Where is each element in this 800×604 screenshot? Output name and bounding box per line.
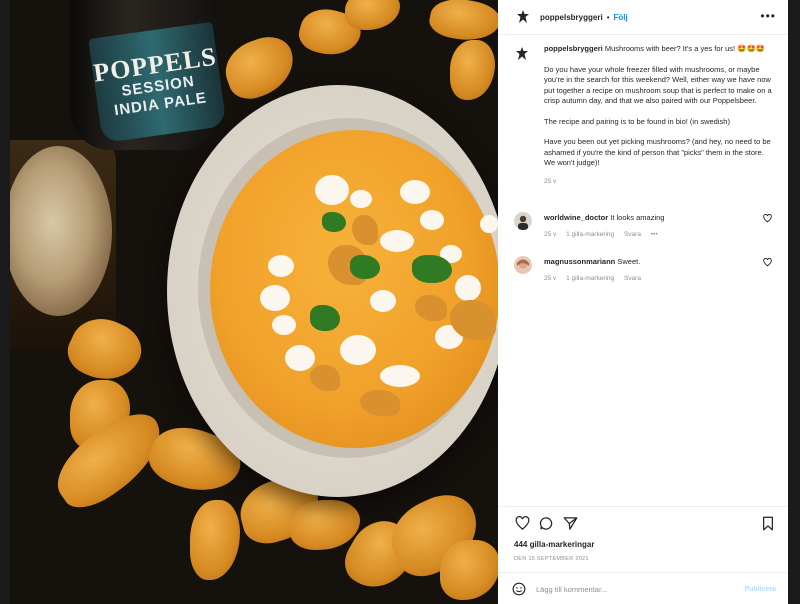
caption-paragraph: Do you have your whole freezer filled wi… bbox=[544, 64, 772, 106]
bookmark-icon[interactable] bbox=[760, 515, 776, 531]
caption-body: poppelsbryggeri Mushrooms with beer? It'… bbox=[544, 44, 776, 187]
comment-meta: 25 v 1 gilla-markering Svara bbox=[544, 275, 776, 282]
herb-leaf bbox=[310, 305, 340, 331]
publish-button[interactable]: Publicera bbox=[744, 586, 776, 593]
post-caption: poppelsbryggeri Mushrooms with beer? It'… bbox=[514, 44, 776, 187]
caption-intro-text: Mushrooms with beer? It's a yes for us! … bbox=[604, 44, 766, 53]
header-username[interactable]: poppelsbryggeri bbox=[540, 13, 603, 22]
cream-drop bbox=[268, 255, 294, 277]
comment-text-line: magnussonmariann Sweet. bbox=[544, 256, 776, 267]
cream-drop bbox=[260, 285, 290, 311]
cream-drop bbox=[285, 345, 315, 371]
post-side-panel: poppelsbryggeri • Följ ••• poppelsbrygge… bbox=[498, 0, 788, 604]
likes-count[interactable]: 444 gilla-markeringar bbox=[514, 540, 594, 549]
cream-drop bbox=[350, 190, 372, 208]
caption-paragraph: Have you been out yet picking mushrooms?… bbox=[544, 137, 771, 167]
chanterelle bbox=[345, 0, 400, 30]
avatar[interactable] bbox=[514, 256, 532, 274]
cream-drop bbox=[380, 230, 414, 252]
cream-drop bbox=[370, 290, 396, 312]
logo-icon[interactable] bbox=[514, 8, 532, 26]
heart-icon[interactable] bbox=[763, 214, 772, 225]
comment-reply-button[interactable]: Svara bbox=[624, 231, 641, 238]
mushroom-piece bbox=[352, 215, 378, 245]
heart-icon[interactable] bbox=[514, 515, 530, 531]
chanterelle bbox=[427, 0, 498, 46]
add-comment-bar: Publicera bbox=[498, 572, 788, 604]
add-comment-input[interactable] bbox=[534, 583, 745, 595]
bottle-label: POPPELS SESSION INDIA PALE bbox=[88, 21, 227, 144]
comment-likes-link[interactable]: 1 gilla-markering bbox=[566, 231, 614, 238]
post-action-bar bbox=[498, 506, 788, 537]
logo-icon[interactable] bbox=[514, 46, 532, 64]
comment: worldwine_doctor It looks amazing 25 v 1… bbox=[514, 212, 776, 238]
caption-time: 25 v bbox=[544, 177, 557, 185]
comment-username[interactable]: magnussonmariann bbox=[544, 257, 615, 266]
comment-likes-link[interactable]: 1 gilla-markering bbox=[566, 275, 614, 282]
herb-leaf bbox=[322, 212, 346, 232]
comment-reply-button[interactable]: Svara bbox=[624, 275, 641, 282]
chanterelle bbox=[290, 500, 360, 550]
cream-drop bbox=[315, 175, 349, 205]
caption-username[interactable]: poppelsbryggeri bbox=[544, 44, 603, 53]
comment: magnussonmariann Sweet. 25 v 1 gilla-mar… bbox=[514, 256, 776, 282]
caption-intro: poppelsbryggeri Mushrooms with beer? It'… bbox=[544, 44, 776, 55]
chanterelle bbox=[190, 500, 240, 580]
herb-leaf bbox=[412, 255, 452, 283]
comment-text: It looks amazing bbox=[610, 213, 665, 222]
comment-more-button[interactable]: ••• bbox=[651, 231, 658, 238]
cream-drop bbox=[272, 315, 296, 335]
cream-drop bbox=[340, 335, 376, 365]
chanterelle bbox=[440, 540, 498, 600]
post-date: DEN 15 SEPTEMBER 2021 bbox=[514, 556, 589, 562]
cream-drop bbox=[380, 365, 420, 387]
cream-drop bbox=[455, 275, 481, 301]
comment-time: 25 v bbox=[544, 275, 557, 282]
post-header: poppelsbryggeri • Följ ••• bbox=[498, 0, 788, 35]
post-photo[interactable]: POPPELS SESSION INDIA PALE bbox=[10, 0, 498, 604]
emoji-icon[interactable] bbox=[512, 582, 526, 596]
chanterelle bbox=[450, 40, 495, 100]
comment-time: 25 v bbox=[544, 231, 557, 238]
comment-text: Sweet. bbox=[617, 257, 641, 266]
header-separator: • bbox=[606, 12, 610, 22]
avatar[interactable] bbox=[514, 212, 532, 230]
comment-username[interactable]: worldwine_doctor bbox=[544, 213, 608, 222]
cream-drop bbox=[480, 215, 498, 233]
more-options-button[interactable]: ••• bbox=[760, 9, 776, 23]
comment-text-line: worldwine_doctor It looks amazing bbox=[544, 212, 776, 223]
cream-drop bbox=[400, 180, 430, 204]
comment-icon[interactable] bbox=[538, 515, 554, 531]
instagram-post-frame: POPPELS SESSION INDIA PALE poppelsbrygge… bbox=[10, 0, 788, 604]
cream-drop bbox=[420, 210, 444, 230]
herb-leaf bbox=[350, 255, 380, 279]
follow-button[interactable]: Följ bbox=[614, 13, 628, 22]
share-icon[interactable] bbox=[562, 515, 578, 531]
caption-paragraph: The recipe and pairing is to be found in… bbox=[544, 116, 730, 126]
heart-icon[interactable] bbox=[763, 258, 772, 269]
comment-meta: 25 v 1 gilla-markering Svara ••• bbox=[544, 231, 776, 238]
